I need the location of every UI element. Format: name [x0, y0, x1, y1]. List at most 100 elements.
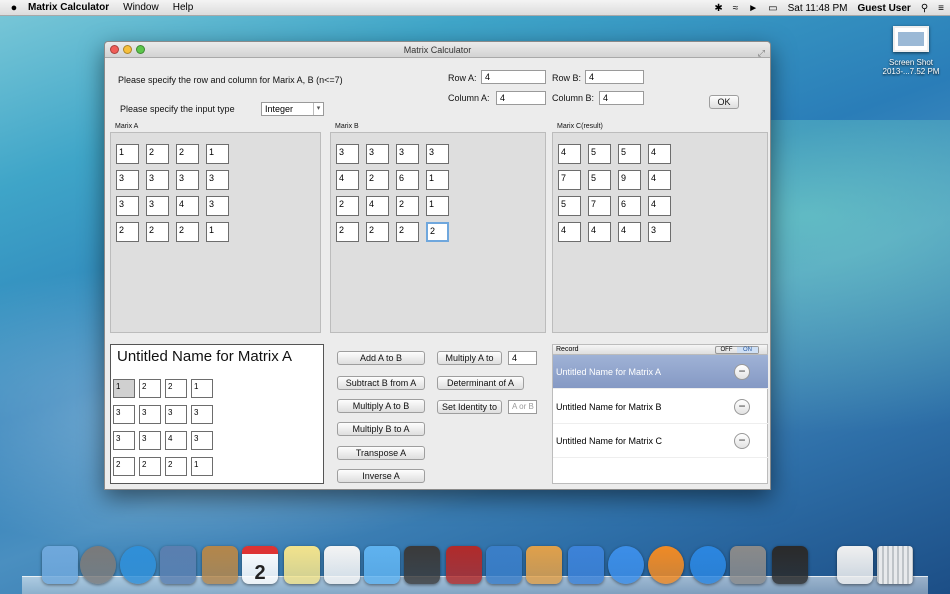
user-menu[interactable]: Guest User: [857, 3, 910, 14]
name-matrix-cell[interactable]: 3: [113, 431, 135, 450]
name-matrix-cell[interactable]: 3: [165, 405, 187, 424]
transpose-a-button[interactable]: Transpose A: [337, 446, 425, 460]
column-b-input[interactable]: 4: [599, 91, 644, 105]
name-matrix-cell[interactable]: 1: [191, 379, 213, 398]
name-matrix-cell[interactable]: 3: [139, 431, 161, 450]
matrix-a-cell[interactable]: 3: [116, 196, 139, 216]
record-toggle[interactable]: OFF ON: [715, 346, 759, 354]
row-b-input[interactable]: 4: [585, 70, 644, 84]
reminders-dock-icon[interactable]: [324, 546, 360, 584]
remove-record-button[interactable]: −: [734, 399, 750, 415]
system-preferences-dock-icon[interactable]: [730, 546, 766, 584]
trash-dock-icon[interactable]: [877, 546, 913, 584]
matrix-b-cell[interactable]: 2: [396, 222, 419, 242]
matrix-a-cell[interactable]: 1: [206, 144, 229, 164]
preview-dock-icon[interactable]: [526, 546, 562, 584]
matrix-b-cell[interactable]: 2: [336, 196, 359, 216]
inverse-a-button[interactable]: Inverse A: [337, 469, 425, 483]
matrix-c-cell[interactable]: 5: [588, 170, 611, 190]
remove-record-button[interactable]: −: [734, 433, 750, 449]
ibooks-dock-icon[interactable]: [648, 546, 684, 584]
keynote-dock-icon[interactable]: [568, 546, 604, 584]
finder-dock-icon[interactable]: [42, 546, 78, 584]
matrix-c-cell[interactable]: 4: [558, 144, 581, 164]
multiply-scalar-button[interactable]: Multiply A to: [437, 351, 502, 365]
record-item[interactable]: Untitled Name for Matrix B −: [553, 390, 768, 424]
record-item[interactable]: Untitled Name for Matrix C −: [553, 424, 768, 458]
matrix-a-cell[interactable]: 2: [146, 222, 169, 242]
matrix-a-cell[interactable]: 3: [206, 170, 229, 190]
matrix-b-cell[interactable]: 3: [366, 144, 389, 164]
multiply-a-to-b-button[interactable]: Multiply A to B: [337, 399, 425, 413]
subtract-b-from-a-button[interactable]: Subtract B from A: [337, 376, 425, 390]
name-matrix-cell[interactable]: 2: [165, 379, 187, 398]
scalar-input[interactable]: 4: [508, 351, 537, 365]
row-a-input[interactable]: 4: [481, 70, 546, 84]
matrix-c-cell[interactable]: 5: [618, 144, 641, 164]
matrix-a-cell[interactable]: 1: [206, 222, 229, 242]
name-matrix-cell[interactable]: 3: [139, 405, 161, 424]
matrix-a-cell[interactable]: 4: [176, 196, 199, 216]
name-matrix-cell[interactable]: 4: [165, 431, 187, 450]
matrix-c-cell[interactable]: 5: [558, 196, 581, 216]
remove-record-button[interactable]: −: [734, 364, 750, 380]
ok-button[interactable]: OK: [709, 95, 739, 109]
safari-dock-icon[interactable]: [120, 546, 156, 584]
matrix-a-cell[interactable]: 3: [146, 196, 169, 216]
contacts-dock-icon[interactable]: [202, 546, 238, 584]
matrix-c-cell[interactable]: 4: [618, 222, 641, 242]
name-matrix-cell[interactable]: 3: [191, 405, 213, 424]
matrix-a-cell[interactable]: 3: [116, 170, 139, 190]
matrix-b-cell[interactable]: 3: [336, 144, 359, 164]
matrix-b-cell[interactable]: 3: [426, 144, 449, 164]
wifi-icon[interactable]: ≈: [733, 3, 739, 14]
desktop-screenshot-file[interactable]: Screen Shot 2013-...7.52 PM: [876, 26, 946, 76]
document-dock-icon[interactable]: [837, 546, 873, 584]
matrix-c-cell[interactable]: 3: [648, 222, 671, 242]
matrix-b-cell[interactable]: 3: [396, 144, 419, 164]
matrix-b-cell[interactable]: 4: [366, 196, 389, 216]
messages-dock-icon[interactable]: [364, 546, 400, 584]
minimize-button[interactable]: [123, 45, 132, 54]
matrix-c-cell[interactable]: 7: [588, 196, 611, 216]
matrix-a-cell[interactable]: 2: [176, 222, 199, 242]
determinant-button[interactable]: Determinant of A: [437, 376, 524, 390]
name-matrix-cell[interactable]: 1: [191, 457, 213, 476]
app-menu[interactable]: Matrix Calculator: [28, 2, 109, 13]
photo-booth-dock-icon[interactable]: [446, 546, 482, 584]
menu-window[interactable]: Window: [123, 2, 159, 13]
set-identity-button[interactable]: Set Identity to: [437, 400, 502, 414]
close-button[interactable]: [110, 45, 119, 54]
launchpad-dock-icon[interactable]: [80, 546, 116, 584]
identity-target-input[interactable]: A or B: [508, 400, 537, 414]
matrix-c-cell[interactable]: 4: [648, 170, 671, 190]
menu-help[interactable]: Help: [173, 2, 194, 13]
matrix-b-cell[interactable]: 1: [426, 196, 449, 216]
matrix-b-cell[interactable]: 2: [366, 222, 389, 242]
itunes-dock-icon[interactable]: [608, 546, 644, 584]
title-bar[interactable]: Matrix Calculator ⤢: [105, 42, 770, 58]
fullscreen-icon[interactable]: ⤢: [758, 45, 765, 61]
matrix-a-cell[interactable]: 3: [146, 170, 169, 190]
matrix-a-cell[interactable]: 3: [176, 170, 199, 190]
name-matrix-cell[interactable]: 2: [165, 457, 187, 476]
multiply-b-to-a-button[interactable]: Multiply B to A: [337, 422, 425, 436]
column-a-input[interactable]: 4: [496, 91, 546, 105]
matrix-b-cell[interactable]: 1: [426, 170, 449, 190]
matrix-b-cell[interactable]: 4: [336, 170, 359, 190]
input-type-select[interactable]: Integer ▾: [261, 102, 324, 116]
matrix-b-cell[interactable]: 2: [336, 222, 359, 242]
iphoto-dock-icon[interactable]: [486, 546, 522, 584]
name-matrix-cell[interactable]: 3: [113, 405, 135, 424]
matrix-b-cell[interactable]: 2: [426, 222, 449, 242]
matrix-c-cell[interactable]: 4: [588, 222, 611, 242]
matrix-a-cell[interactable]: 3: [206, 196, 229, 216]
calendar-dock-icon[interactable]: 2: [242, 546, 278, 584]
matrix-b-cell[interactable]: 2: [366, 170, 389, 190]
matrix-a-cell[interactable]: 2: [116, 222, 139, 242]
matrix-b-cell[interactable]: 6: [396, 170, 419, 190]
add-a-to-b-button[interactable]: Add A to B: [337, 351, 425, 365]
matrix-c-cell[interactable]: 7: [558, 170, 581, 190]
volume-icon[interactable]: ►: [748, 3, 758, 14]
name-matrix-cell[interactable]: 1: [113, 379, 135, 398]
